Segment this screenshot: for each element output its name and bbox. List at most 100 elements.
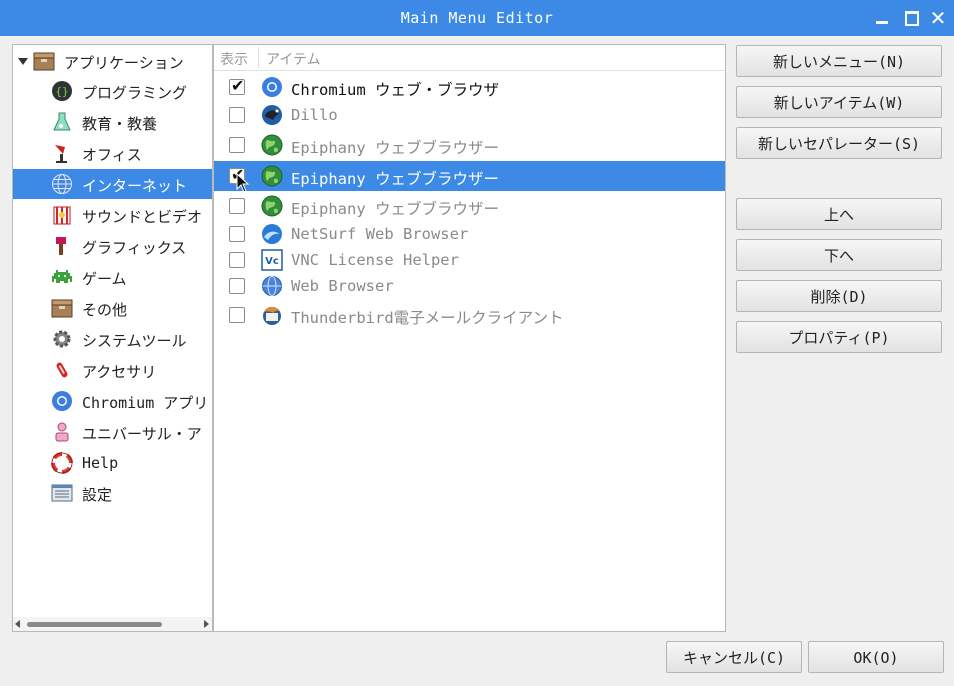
tree-item-other[interactable]: その他: [13, 293, 212, 323]
item-name: VNC License Helper: [291, 251, 459, 269]
graphics-icon: [56, 237, 66, 255]
close-icon[interactable]: ✕: [928, 8, 948, 28]
svg-text:{}: {}: [55, 85, 68, 98]
ok-button[interactable]: OK(O): [808, 641, 944, 673]
svg-text:Vc: Vc: [265, 256, 279, 267]
list-item[interactable]: Epiphany ウェブブラウザー: [214, 192, 725, 220]
tree-item-help[interactable]: Help: [13, 448, 212, 478]
maximize-icon[interactable]: [902, 8, 922, 28]
list-item[interactable]: ✔ Chromium ウェブ・ブラウザ: [214, 73, 725, 101]
move-down-button[interactable]: 下へ: [736, 239, 942, 271]
tree-item-label: 設定: [82, 486, 113, 504]
scroll-right-icon[interactable]: [204, 620, 209, 628]
tree-item-label: Help: [82, 454, 119, 472]
list-item[interactable]: Web Browser: [214, 272, 725, 300]
properties-button[interactable]: プロパティ(P): [736, 321, 942, 353]
tree-item-graphics[interactable]: グラフィックス: [13, 231, 212, 261]
scrollbar-thumb[interactable]: [27, 622, 162, 627]
programming-icon: {}: [52, 81, 72, 101]
visibility-checkbox[interactable]: [229, 307, 245, 323]
scroll-left-icon[interactable]: [15, 620, 20, 628]
menu-tree[interactable]: アプリケーション {} プログラミング 教育・教養 オフィス インターネット サ…: [12, 44, 213, 632]
visibility-checkbox[interactable]: [229, 278, 245, 294]
other-icon: [51, 299, 73, 318]
chromium-icon: [262, 77, 282, 97]
office-icon: [55, 145, 67, 163]
thunderbird-icon: [263, 306, 281, 325]
item-name: NetSurf Web Browser: [291, 225, 469, 243]
epiphany-icon: [261, 165, 283, 187]
education-icon: [53, 112, 71, 131]
list-item[interactable]: Vc VNC License Helper: [214, 246, 725, 274]
list-item[interactable]: Epiphany ウェブブラウザー: [214, 131, 725, 159]
tree-item-programming[interactable]: {} プログラミング: [13, 76, 212, 106]
expander-icon[interactable]: [18, 58, 28, 65]
epiphany-icon: [261, 134, 283, 156]
tree-item-chromium-apps[interactable]: Chromium アプリ: [13, 386, 212, 416]
move-up-button[interactable]: 上へ: [736, 198, 942, 230]
vnc-icon: Vc: [261, 249, 283, 271]
epiphany-icon: [261, 195, 283, 217]
tree-horizontal-scrollbar[interactable]: [13, 617, 212, 631]
item-name: Epiphany ウェブブラウザー: [291, 170, 499, 188]
visibility-checkbox[interactable]: ✔: [229, 76, 245, 95]
checkmark-icon: ✔: [231, 76, 245, 95]
visibility-checkbox[interactable]: [229, 198, 245, 214]
tree-item-universal-access[interactable]: ユニバーサル・ア: [13, 417, 212, 447]
chromium-apps-icon: [52, 391, 72, 411]
tree-item-education[interactable]: 教育・教養: [13, 107, 212, 137]
dillo-icon: [262, 105, 282, 125]
new-menu-button[interactable]: 新しいメニュー(N): [736, 45, 942, 77]
visibility-checkbox[interactable]: [229, 107, 245, 123]
tree-item-office[interactable]: オフィス: [13, 138, 212, 168]
new-item-button[interactable]: 新しいアイテム(W): [736, 86, 942, 118]
item-name: Thunderbird電子メールクライアント: [291, 309, 564, 327]
tree-item-label: ユニバーサル・ア: [82, 425, 202, 443]
tree-item-label: グラフィックス: [82, 239, 187, 257]
list-item-selected[interactable]: ✔ Epiphany ウェブブラウザー: [214, 161, 725, 193]
netsurf-icon: [262, 224, 282, 244]
list-header: 表示 アイテム: [214, 45, 725, 71]
tree-item-label: ゲーム: [82, 270, 127, 288]
item-name: Web Browser: [291, 277, 394, 295]
tree-root-applications[interactable]: アプリケーション: [13, 46, 212, 76]
item-name: Epiphany ウェブブラウザー: [291, 200, 499, 218]
settings-icon: [51, 484, 73, 502]
tree-item-label: プログラミング: [82, 84, 188, 102]
help-icon: [51, 452, 73, 474]
tree-root-label: アプリケーション: [64, 54, 184, 72]
visibility-checkbox[interactable]: [229, 252, 245, 268]
column-header-item[interactable]: アイテム: [266, 49, 321, 69]
title-bar[interactable]: Main Menu Editor ✕: [0, 0, 954, 36]
universal-access-icon: [55, 422, 69, 442]
tree-item-label: システムツール: [82, 332, 187, 350]
cancel-button[interactable]: キャンセル(C): [666, 641, 802, 673]
items-list[interactable]: 表示 アイテム ✔ Chromium ウェブ・ブラウザ Dillo Epipha…: [213, 44, 726, 632]
tree-item-label: その他: [82, 301, 128, 319]
minimize-icon[interactable]: [872, 8, 892, 28]
accessories-icon: [56, 362, 68, 378]
column-header-show[interactable]: 表示: [220, 49, 248, 69]
tree-item-internet[interactable]: インターネット: [13, 169, 212, 199]
visibility-checkbox[interactable]: [229, 137, 245, 153]
tree-item-label: 教育・教養: [82, 115, 158, 133]
visibility-checkbox[interactable]: [229, 226, 245, 242]
tree-item-settings[interactable]: 設定: [13, 478, 212, 508]
delete-button[interactable]: 削除(D): [736, 280, 942, 312]
list-item[interactable]: Dillo: [214, 101, 725, 129]
tree-item-games[interactable]: ゲーム: [13, 262, 212, 292]
list-item[interactable]: Thunderbird電子メールクライアント: [214, 301, 725, 329]
tree-item-label: インターネット: [82, 177, 188, 195]
new-separator-button[interactable]: 新しいセパレーター(S): [736, 127, 942, 159]
tree-item-system-tools[interactable]: システムツール: [13, 324, 212, 354]
web-browser-icon: [262, 276, 282, 296]
mouse-cursor-icon: [236, 173, 250, 193]
column-divider: [258, 47, 259, 68]
games-icon: [52, 270, 72, 283]
tree-item-sound-video[interactable]: サウンドとビデオ: [13, 200, 212, 230]
item-name: Epiphany ウェブブラウザー: [291, 139, 499, 157]
tree-item-accessories[interactable]: アクセサリ: [13, 355, 212, 385]
list-item[interactable]: NetSurf Web Browser: [214, 220, 725, 248]
applications-folder-icon: [33, 52, 55, 71]
item-name: Dillo: [291, 106, 338, 124]
